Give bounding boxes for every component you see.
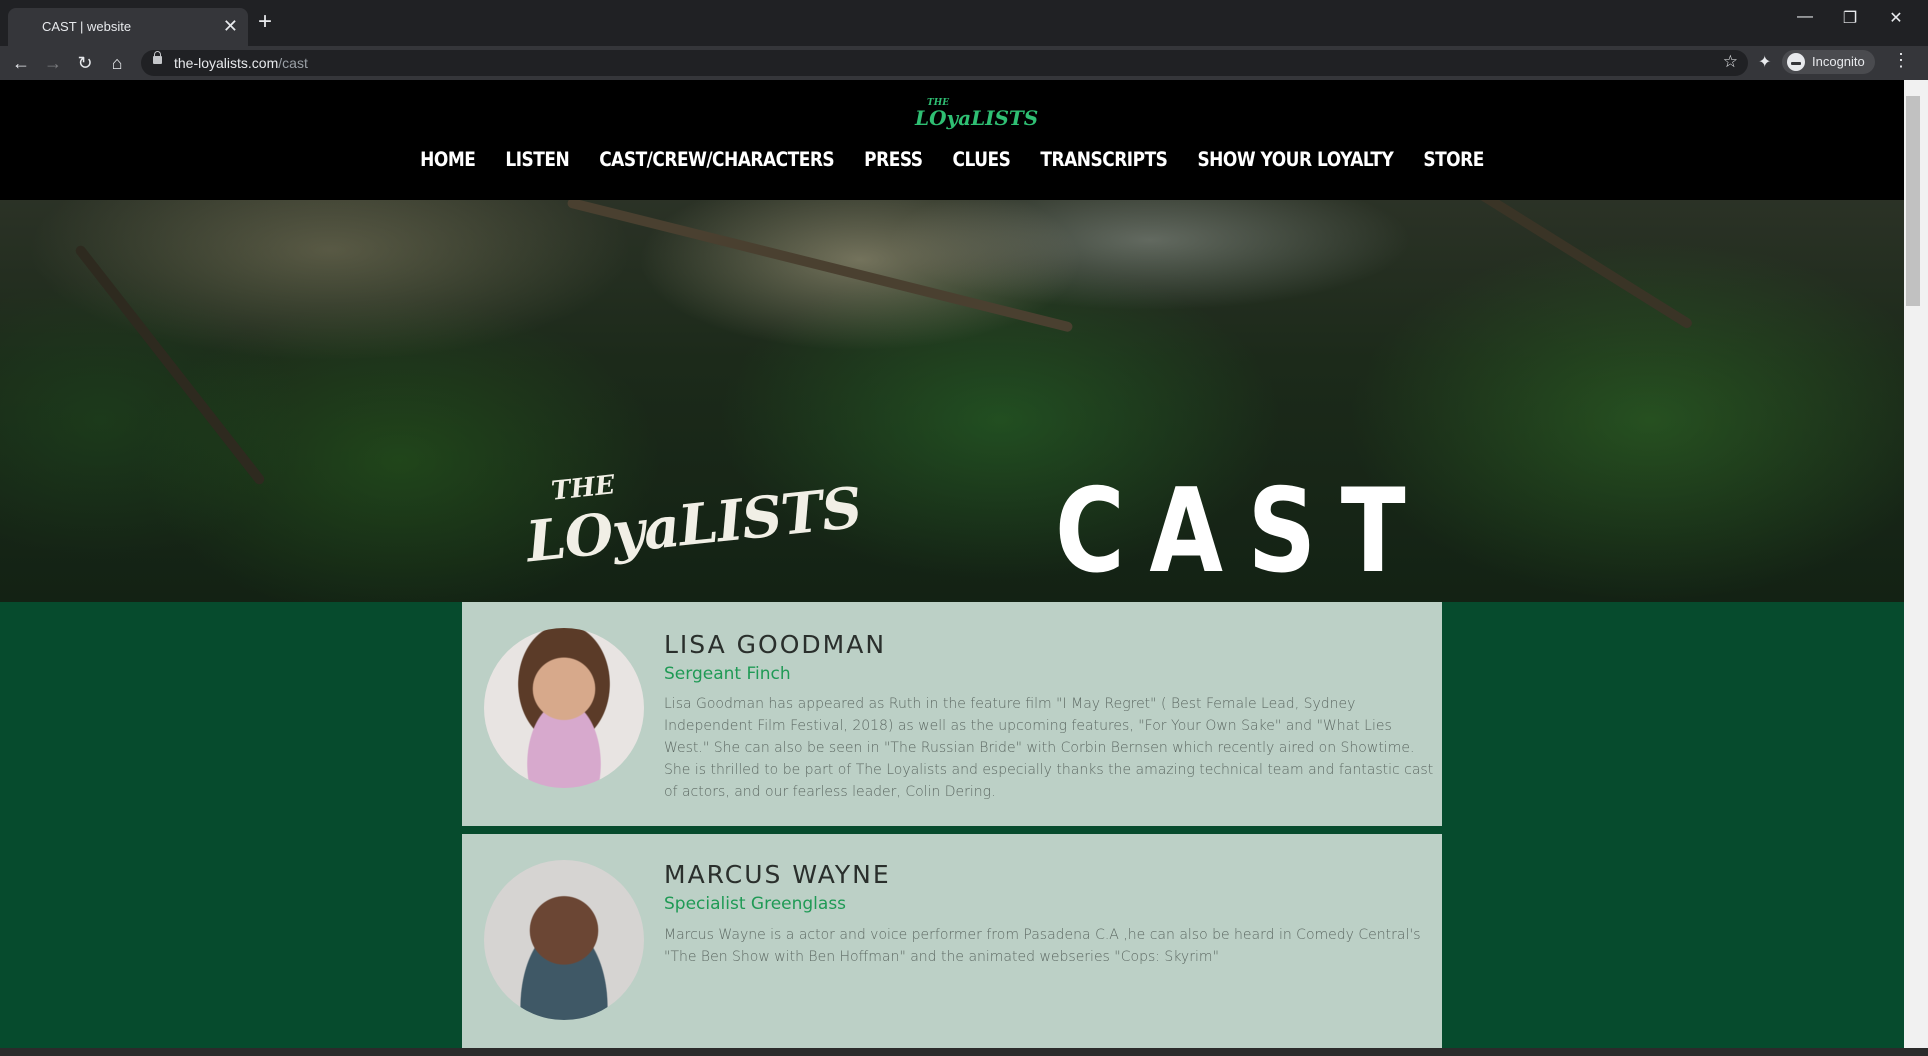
hero-vine bbox=[566, 200, 1074, 333]
home-icon[interactable]: ⌂ bbox=[105, 51, 129, 75]
incognito-label: Incognito bbox=[1812, 54, 1865, 69]
main-nav: HOME LISTEN CAST/CREW/CHARACTERS PRESS C… bbox=[0, 149, 1904, 172]
reload-icon[interactable]: ↻ bbox=[73, 51, 97, 75]
minimize-button[interactable]: — bbox=[1785, 8, 1825, 26]
cast-name: MARCUS WAYNE bbox=[664, 860, 891, 889]
new-tab-button[interactable]: + bbox=[258, 10, 272, 34]
browser-toolbar: ← → ↻ ⌂ the-loyalists.com/cast ☆ bbox=[0, 46, 1928, 80]
incognito-icon bbox=[1787, 53, 1805, 71]
nav-home[interactable]: HOME bbox=[420, 149, 476, 172]
scrollbar-thumb[interactable] bbox=[1906, 96, 1920, 306]
lock-icon[interactable] bbox=[153, 51, 162, 64]
nav-cast-crew-characters[interactable]: CAST/CREW/CHARACTERS bbox=[599, 149, 834, 172]
cast-bio: Marcus Wayne is a actor and voice perfor… bbox=[664, 927, 1421, 965]
hero-vine bbox=[73, 243, 267, 487]
tab-close-icon[interactable]: ✕ bbox=[223, 17, 238, 35]
extensions-puzzle-icon[interactable]: ✦ bbox=[1758, 52, 1771, 72]
nav-clues[interactable]: CLUES bbox=[953, 149, 1011, 172]
cast-card: MARCUS WAYNE Specialist Greenglass Marcu… bbox=[462, 834, 1442, 1048]
browser-menu-icon[interactable]: ⋮ bbox=[1892, 50, 1910, 71]
tab-title: CAST | website bbox=[42, 19, 132, 34]
cast-role: Specialist Greenglass bbox=[664, 894, 847, 914]
back-arrow-icon[interactable]: ← bbox=[9, 51, 33, 75]
nav-transcripts[interactable]: TRANSCRIPTS bbox=[1040, 149, 1168, 172]
nav-press[interactable]: PRESS bbox=[864, 149, 923, 172]
browser-tab[interactable]: CAST | website ✕ bbox=[8, 8, 248, 46]
window-close-button[interactable]: ✕ bbox=[1876, 8, 1916, 28]
address-bar[interactable]: the-loyalists.com/cast ☆ bbox=[141, 50, 1748, 76]
cast-role: Sergeant Finch bbox=[664, 664, 791, 684]
avatar bbox=[484, 628, 644, 788]
nav-show-your-loyalty[interactable]: SHOW YOUR LOYALTY bbox=[1197, 149, 1393, 172]
site-header: THE LOyaLISTS HOME LISTEN CAST/CREW/CHAR… bbox=[0, 80, 1904, 200]
browser-tab-strip: CAST | website ✕ + — ❐ ✕ bbox=[0, 0, 1928, 46]
nav-store[interactable]: STORE bbox=[1423, 149, 1484, 172]
url-text[interactable]: the-loyalists.com/cast bbox=[174, 55, 308, 71]
page-viewport[interactable]: THE LOyaLISTS HOME LISTEN CAST/CREW/CHAR… bbox=[0, 80, 1904, 1048]
page-title: CAST bbox=[1055, 464, 1431, 599]
bookmark-star-icon[interactable]: ☆ bbox=[1723, 52, 1738, 72]
cast-card: LISA GOODMAN Sergeant Finch Lisa Goodman… bbox=[462, 602, 1442, 826]
hero-vine bbox=[1366, 200, 1694, 330]
taskbar-strip bbox=[0, 1048, 1928, 1056]
cast-name: LISA GOODMAN bbox=[664, 630, 887, 659]
nav-listen[interactable]: LISTEN bbox=[505, 149, 569, 172]
hero-banner: THE LOyaLISTS CAST bbox=[0, 200, 1904, 602]
incognito-badge[interactable]: Incognito bbox=[1782, 50, 1875, 74]
avatar bbox=[484, 860, 644, 1020]
cast-bio: Lisa Goodman has appeared as Ruth in the… bbox=[664, 696, 1434, 800]
restore-button[interactable]: ❐ bbox=[1830, 8, 1870, 28]
forward-arrow-icon[interactable]: → bbox=[41, 51, 65, 75]
